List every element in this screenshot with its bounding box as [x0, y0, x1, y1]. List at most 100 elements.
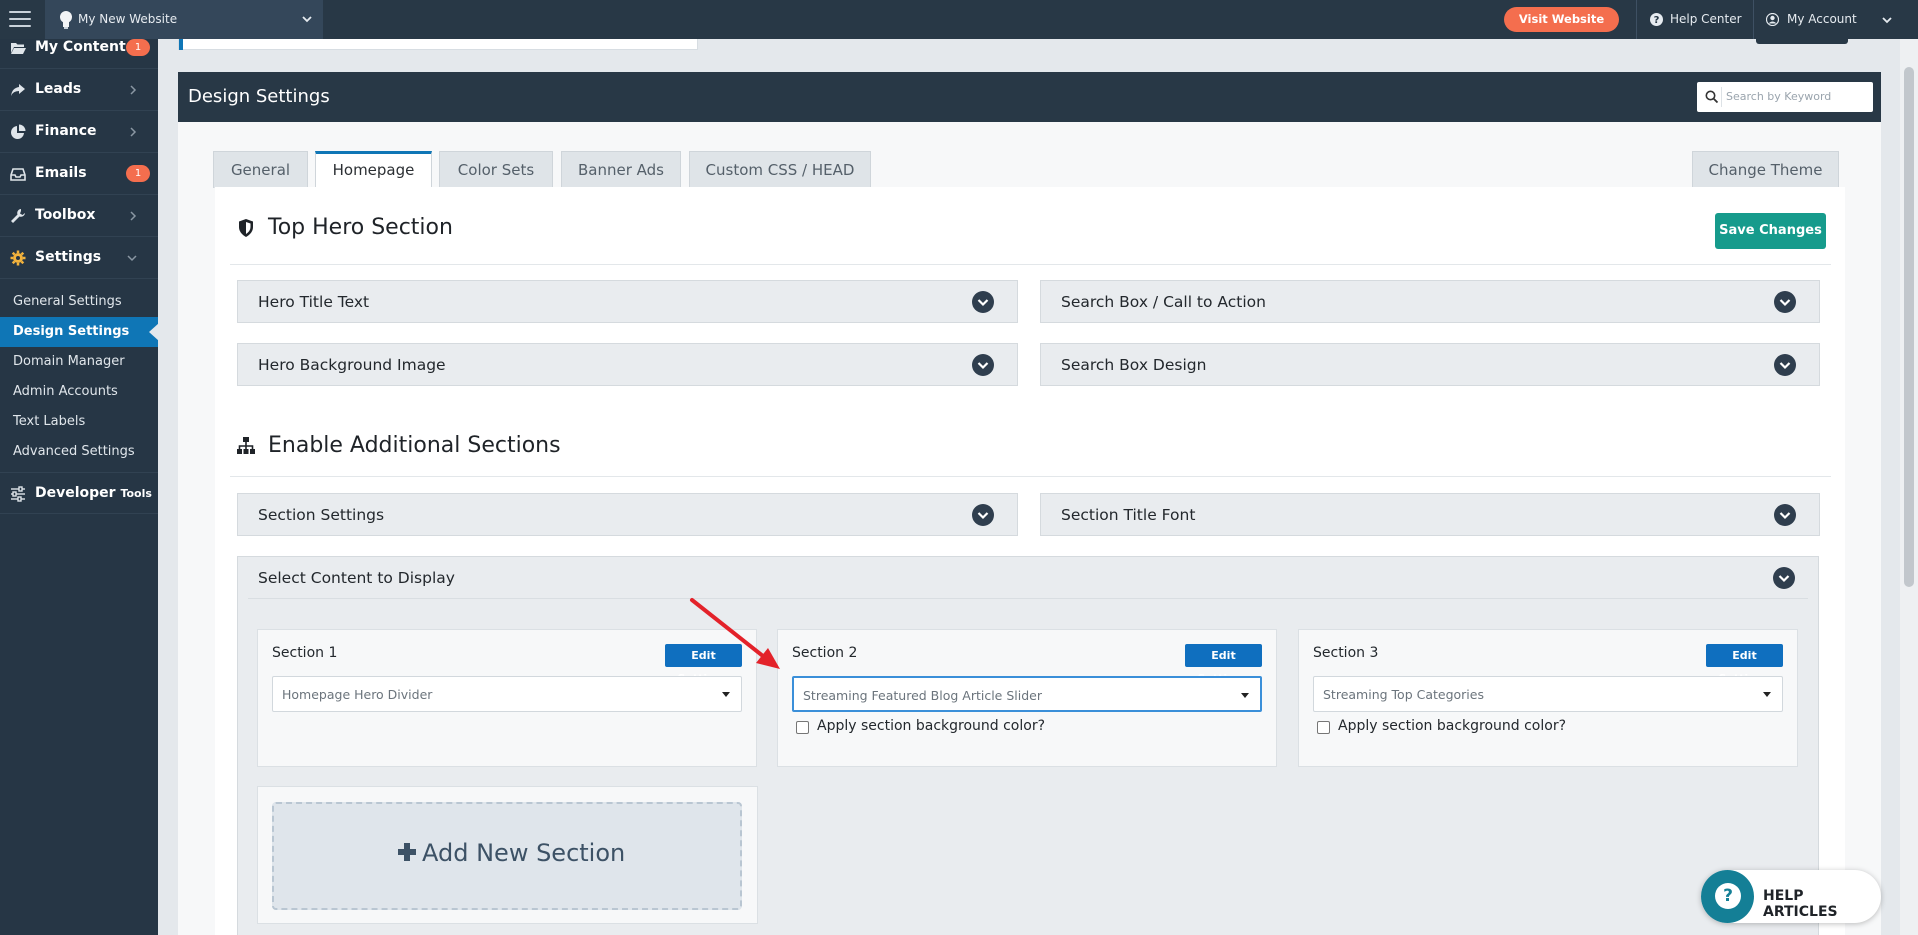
scrollbar-thumb[interactable]: [1904, 67, 1914, 587]
help-articles-button[interactable]: ? HELP ARTICLES: [1701, 870, 1881, 923]
user-icon: [1766, 13, 1779, 26]
share-arrow-icon: [11, 84, 25, 96]
edit-settings-button[interactable]: Edit Settings: [1185, 644, 1262, 685]
save-changes-button[interactable]: Save Changes: [1715, 213, 1826, 249]
chevron-right-icon: [130, 85, 137, 95]
sidebar-subitem-advanced-settings[interactable]: Advanced Settings: [0, 437, 158, 467]
plus-icon: [398, 843, 416, 861]
section-title: Enable Additional Sections: [268, 433, 561, 458]
divider: [230, 476, 1831, 477]
divider: [230, 264, 1831, 265]
background-color-checkbox[interactable]: [1317, 721, 1330, 734]
chevron-right-icon: [130, 127, 137, 137]
notification-badge: 1: [126, 165, 150, 182]
add-new-section-button[interactable]: Add New Section: [272, 802, 742, 910]
accordion-label[interactable]: Select Content to Display: [258, 569, 455, 587]
my-account-link[interactable]: My Account: [1787, 12, 1857, 26]
divider: [1721, 87, 1722, 107]
accordion-label: Section Settings: [258, 506, 385, 524]
inbox-icon: [10, 168, 26, 181]
chevron-down-icon: [127, 255, 137, 262]
section-content-select[interactable]: Streaming Featured Blog Article Slider: [792, 676, 1262, 712]
accordion-section-settings[interactable]: Section Settings: [237, 493, 1018, 536]
section-card-3: Section 3 Edit Settings Streaming Top Ca…: [1298, 629, 1798, 767]
sidebar-subitem-general-settings[interactable]: General Settings: [0, 287, 158, 317]
sidebar-item-label: Toolbox: [35, 207, 96, 223]
chevron-down-circle-icon: [972, 291, 994, 313]
sidebar-item-emails[interactable]: Emails 1: [0, 153, 158, 195]
design-settings-header: Design Settings Search by Keyword: [178, 72, 1881, 122]
checkbox-label: Apply section background color?: [817, 718, 1046, 734]
tab-custom-css-head[interactable]: Custom CSS / HEAD: [689, 151, 871, 188]
divider: [1636, 0, 1637, 39]
pie-chart-icon: [11, 124, 26, 139]
accordion-hero-background-image[interactable]: Hero Background Image: [237, 343, 1018, 386]
help-articles-label: HELP ARTICLES: [1763, 888, 1838, 920]
caret-down-icon: [1763, 692, 1771, 697]
sidebar-subitem-text-labels[interactable]: Text Labels: [0, 407, 158, 437]
divider: [248, 598, 1808, 599]
background-color-checkbox[interactable]: [796, 721, 809, 734]
section-card-2: Section 2 Edit Settings Streaming Featur…: [777, 629, 1277, 767]
visit-website-button[interactable]: Visit Website: [1504, 7, 1619, 32]
caret-down-icon: [722, 692, 730, 697]
add-section-card: Add New Section: [257, 786, 758, 924]
sidebar-item-leads[interactable]: Leads: [0, 69, 158, 111]
gear-icon: [10, 250, 26, 266]
checkbox-label: Apply section background color?: [1338, 718, 1567, 734]
change-theme-button[interactable]: Change Theme: [1692, 151, 1839, 188]
accordion-hero-title-text[interactable]: Hero Title Text: [237, 280, 1018, 323]
edit-settings-button[interactable]: Edit Settings: [1706, 644, 1783, 685]
accordion-search-box-cta[interactable]: Search Box / Call to Action: [1040, 280, 1820, 323]
tab-homepage[interactable]: Homepage: [315, 151, 432, 189]
sidebar-item-settings[interactable]: Settings: [0, 237, 158, 279]
accordion-label: Hero Background Image: [258, 356, 446, 374]
search-input[interactable]: Search by Keyword: [1697, 82, 1873, 112]
sidebar-item-finance[interactable]: Finance: [0, 111, 158, 153]
accordion-section-title-font[interactable]: Section Title Font: [1040, 493, 1820, 536]
section-content-select[interactable]: Homepage Hero Divider: [272, 676, 742, 712]
page-title: Design Settings: [188, 86, 330, 107]
search-placeholder: Search by Keyword: [1726, 90, 1832, 103]
sidebar-item-developer-tools[interactable]: Developer Tools: [0, 472, 158, 514]
lightbulb-icon: [60, 11, 72, 29]
sliders-icon: [11, 486, 25, 502]
question-icon: ?: [1715, 883, 1741, 909]
sidebar-subitem-design-settings[interactable]: Design Settings: [0, 317, 159, 347]
help-icon: ?: [1650, 13, 1663, 26]
tab-banner-ads[interactable]: Banner Ads: [561, 151, 681, 188]
sidebar-item-label: Leads: [35, 81, 82, 97]
divider: [1753, 0, 1754, 39]
help-center-link[interactable]: Help Center: [1670, 12, 1742, 26]
add-new-section-label: Add New Section: [422, 839, 626, 867]
help-circle: ?: [1701, 870, 1754, 923]
sidebar-subitem-domain-manager[interactable]: Domain Manager: [0, 347, 158, 377]
website-name: My New Website: [78, 12, 178, 26]
notification-badge: 1: [126, 39, 150, 56]
accordion-label: Hero Title Text: [258, 293, 370, 311]
sidebar-item-label: Settings: [35, 249, 102, 265]
website-selector[interactable]: My New Website: [45, 0, 323, 39]
sidebar-subitem-admin-accounts[interactable]: Admin Accounts: [0, 377, 158, 407]
section-card-title: Section 2: [792, 645, 858, 661]
section-title: Top Hero Section: [268, 215, 453, 240]
select-value: Streaming Top Categories: [1323, 687, 1484, 702]
tab-general[interactable]: General: [213, 151, 308, 188]
chevron-down-circle-icon: [1774, 354, 1796, 376]
hamburger-menu-icon[interactable]: [9, 11, 31, 29]
chevron-down-circle-icon: [972, 504, 994, 526]
sidebar: My Content 1 Leads Finance Emails 1 Tool…: [0, 39, 159, 935]
chevron-right-icon: [130, 211, 137, 221]
chevron-down-circle-icon[interactable]: [1773, 567, 1795, 589]
sidebar-item-label: My Content: [35, 39, 126, 55]
chevron-down-icon[interactable]: [1881, 14, 1893, 26]
select-value: Homepage Hero Divider: [282, 687, 433, 702]
section-content-select[interactable]: Streaming Top Categories: [1313, 676, 1783, 712]
sidebar-item-label: Finance: [35, 123, 97, 139]
sidebar-item-label: Developer Tools: [35, 485, 152, 501]
sidebar-item-toolbox[interactable]: Toolbox: [0, 195, 158, 237]
tab-color-sets[interactable]: Color Sets: [439, 151, 553, 188]
chevron-down-circle-icon: [972, 354, 994, 376]
svg-text:?: ?: [1654, 15, 1660, 26]
accordion-search-box-design[interactable]: Search Box Design: [1040, 343, 1820, 386]
